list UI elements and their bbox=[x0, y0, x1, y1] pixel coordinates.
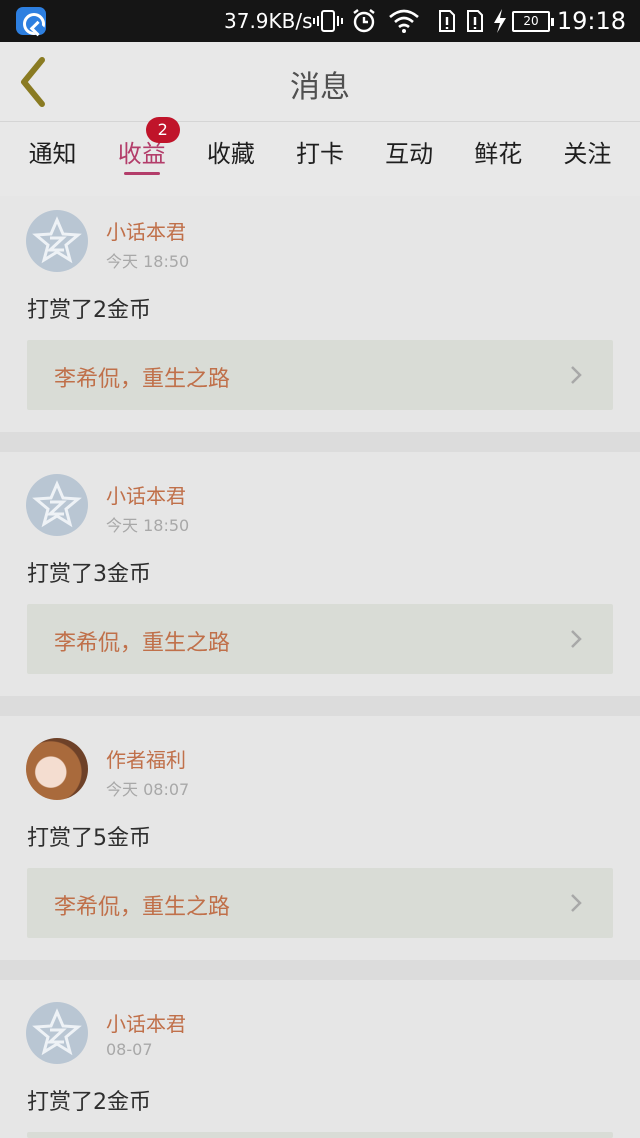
app-icon bbox=[16, 7, 46, 35]
sim2-icon bbox=[467, 10, 483, 32]
author-name[interactable]: 小话本君 bbox=[106, 1008, 186, 1037]
charging-icon bbox=[494, 9, 506, 33]
message-time: 今天 18:50 bbox=[106, 252, 190, 271]
tab-earnings[interactable]: 收益 2 bbox=[102, 117, 182, 196]
message-text: 打赏了3金币 bbox=[27, 562, 151, 587]
tab-favorites[interactable]: 收藏 bbox=[191, 122, 271, 196]
message-text: 打赏了2金币 bbox=[27, 1090, 151, 1115]
vibrate-icon bbox=[313, 10, 343, 32]
network-speed: 37.9KB/s bbox=[224, 9, 313, 33]
book-link[interactable]: 李希侃，重生之路 bbox=[27, 868, 613, 938]
sim1-icon bbox=[439, 10, 455, 32]
tab-following[interactable]: 关注 bbox=[547, 122, 627, 196]
author-name[interactable]: 小话本君 bbox=[106, 216, 186, 245]
book-link[interactable]: 李希侃，重生之路 bbox=[27, 340, 613, 410]
chevron-right-icon bbox=[571, 366, 582, 384]
page-title: 消息 bbox=[290, 70, 350, 105]
tab-label: 收藏 bbox=[206, 140, 255, 168]
tab-label: 通知 bbox=[28, 140, 77, 168]
tab-label: 打卡 bbox=[295, 140, 344, 168]
tab-bar: 通知 收益 2 收藏 打卡 互动 鲜花 关注 bbox=[0, 117, 640, 196]
message-time: 今天 08:07 bbox=[106, 780, 190, 799]
message-card: 小话本君 今天 18:50 打赏了3金币 李希侃，重生之路 bbox=[0, 452, 640, 696]
chevron-right-icon bbox=[571, 630, 582, 648]
divider bbox=[0, 696, 640, 716]
message-text: 打赏了5金币 bbox=[27, 826, 151, 851]
message-card: 小话本君 08-07 打赏了2金币 bbox=[0, 980, 640, 1138]
author-name[interactable]: 小话本君 bbox=[106, 480, 186, 509]
divider bbox=[0, 432, 640, 452]
tab-notifications[interactable]: 通知 bbox=[13, 122, 93, 196]
tab-label: 鲜花 bbox=[474, 140, 523, 168]
battery-icon: 20 bbox=[512, 11, 554, 32]
book-title: 李希侃，重生之路 bbox=[54, 367, 231, 392]
clock: 19:18 bbox=[556, 7, 626, 35]
message-time: 今天 18:50 bbox=[106, 516, 190, 535]
wifi-icon bbox=[389, 9, 419, 33]
divider bbox=[0, 960, 640, 980]
message-text: 打赏了2金币 bbox=[27, 298, 151, 323]
default-avatar-icon[interactable] bbox=[26, 474, 88, 536]
alarm-icon bbox=[353, 9, 375, 33]
tab-flowers[interactable]: 鲜花 bbox=[458, 122, 538, 196]
header: 消息 bbox=[0, 42, 640, 122]
chevron-right-icon bbox=[571, 894, 582, 912]
tab-checkin[interactable]: 打卡 bbox=[280, 122, 360, 196]
book-title: 李希侃，重生之路 bbox=[54, 895, 231, 920]
book-link[interactable] bbox=[27, 1132, 613, 1138]
message-card: 作者福利 今天 08:07 打赏了5金币 李希侃，重生之路 bbox=[0, 716, 640, 960]
default-avatar-icon[interactable] bbox=[26, 1002, 88, 1064]
author-name[interactable]: 作者福利 bbox=[106, 744, 186, 773]
status-bar: 37.9KB/s 20 19:18 bbox=[0, 0, 640, 42]
tab-interaction[interactable]: 互动 bbox=[369, 122, 449, 196]
message-time: 08-07 bbox=[106, 1040, 153, 1059]
tab-label: 互动 bbox=[385, 140, 434, 168]
tab-label: 关注 bbox=[563, 140, 612, 168]
anime-girl-avatar[interactable] bbox=[26, 738, 88, 800]
default-avatar-icon[interactable] bbox=[26, 210, 88, 272]
book-title: 李希侃，重生之路 bbox=[54, 631, 231, 656]
unread-badge: 2 bbox=[145, 117, 180, 143]
message-card: 小话本君 今天 18:50 打赏了2金币 李希侃，重生之路 bbox=[0, 196, 640, 432]
tab-label: 收益 bbox=[117, 140, 166, 168]
book-link[interactable]: 李希侃，重生之路 bbox=[27, 604, 613, 674]
